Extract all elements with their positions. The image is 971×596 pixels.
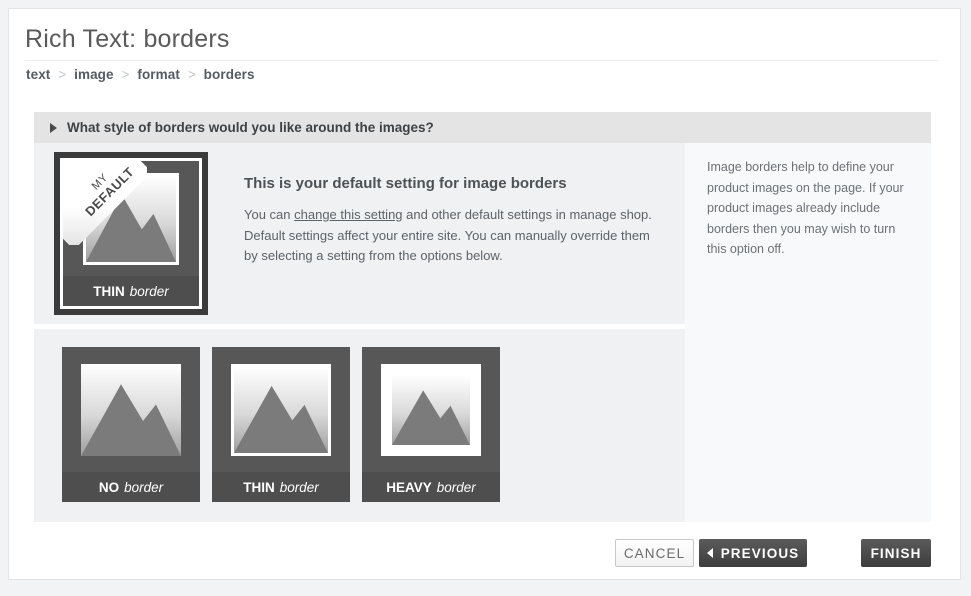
image-frame-thin xyxy=(83,172,179,265)
previous-button[interactable]: PREVIOUS xyxy=(699,539,807,567)
thumbnail-caption: HEAVY border xyxy=(362,472,500,502)
option-heavy-border[interactable]: HEAVY border xyxy=(362,347,500,502)
breadcrumb-item-borders[interactable]: borders xyxy=(204,67,255,82)
caption-strong: HEAVY xyxy=(386,479,432,495)
wizard-card: Rich Text: borders text > image > format… xyxy=(8,8,961,580)
caption-strong: THIN xyxy=(243,479,275,495)
default-setting-panel: THIN border MY DEFAULT This is your defa… xyxy=(34,143,685,324)
thumbnail-heavy-border: HEAVY border xyxy=(362,347,500,502)
image-frame-heavy xyxy=(381,363,481,456)
breadcrumb-item-format[interactable]: format xyxy=(137,67,180,82)
mountain-icon xyxy=(234,385,328,453)
mountain-icon xyxy=(86,194,176,262)
page-title: Rich Text: borders xyxy=(25,25,230,53)
breadcrumb-item-image[interactable]: image xyxy=(74,67,114,82)
option-thin-border[interactable]: THIN border xyxy=(212,347,350,502)
thumbnail-thin-border: THIN border MY DEFAULT xyxy=(63,161,199,306)
previous-button-label: PREVIOUS xyxy=(720,545,800,561)
question-header[interactable]: What style of borders would you like aro… xyxy=(34,112,931,143)
mountain-icon xyxy=(392,389,470,445)
thumbnail-caption: THIN border xyxy=(212,472,350,502)
default-thumbnail-inner: THIN border MY DEFAULT xyxy=(60,158,202,309)
app-root: Rich Text: borders text > image > format… xyxy=(0,0,971,596)
thumbnail-picture-area xyxy=(63,161,199,276)
help-panel: Image borders help to define your produc… xyxy=(685,143,931,522)
thumbnail-picture-area xyxy=(212,347,350,472)
breadcrumb-item-text[interactable]: text xyxy=(26,67,50,82)
triangle-left-icon xyxy=(706,548,713,558)
cancel-button[interactable]: CANCEL xyxy=(615,539,694,567)
image-gradient-sky xyxy=(81,363,181,456)
change-setting-link[interactable]: change this setting xyxy=(294,207,402,222)
question-label: What style of borders would you like aro… xyxy=(67,120,434,135)
thumbnail-picture-area xyxy=(62,347,200,472)
thumbnail-thin-border: THIN border xyxy=(212,347,350,502)
breadcrumb-separator: > xyxy=(187,67,196,82)
breadcrumb-separator: > xyxy=(121,67,130,82)
image-frame-none xyxy=(81,363,181,456)
thumbnail-no-border: NO border xyxy=(62,347,200,502)
border-options-panel: NO border THIN border HEAVY border xyxy=(34,329,685,522)
caption-emphasis: border xyxy=(124,479,164,495)
image-frame-thin xyxy=(231,363,331,456)
caption-strong: NO xyxy=(98,479,120,495)
image-gradient-sky xyxy=(392,374,470,445)
default-heading: This is your default setting for image b… xyxy=(244,175,567,192)
border-options-row: NO border THIN border HEAVY border xyxy=(62,347,500,502)
finish-button[interactable]: FINISH xyxy=(861,539,931,567)
footer-actions: CANCEL PREVIOUS FINISH xyxy=(34,539,931,569)
image-gradient-sky xyxy=(86,175,176,262)
thumbnail-caption: NO border xyxy=(62,472,200,502)
triangle-right-icon xyxy=(50,122,57,133)
caption-emphasis: border xyxy=(129,283,169,299)
thumbnail-caption: THIN border xyxy=(63,276,199,306)
caption-emphasis: border xyxy=(279,479,319,495)
default-description: You can change this setting and other de… xyxy=(244,205,652,267)
thumbnail-picture-area xyxy=(362,347,500,472)
breadcrumb-separator: > xyxy=(58,67,67,82)
image-gradient-sky xyxy=(234,366,328,453)
description-text-before: You can xyxy=(244,207,295,222)
caption-strong: THIN xyxy=(93,283,125,299)
title-divider xyxy=(25,60,939,61)
default-thumbnail-selected[interactable]: THIN border MY DEFAULT xyxy=(54,152,208,315)
breadcrumb: text > image > format > borders xyxy=(26,67,255,82)
mountain-icon xyxy=(81,383,181,456)
caption-emphasis: border xyxy=(436,479,476,495)
option-no-border[interactable]: NO border xyxy=(62,347,200,502)
help-text: Image borders help to define your produc… xyxy=(707,160,904,256)
